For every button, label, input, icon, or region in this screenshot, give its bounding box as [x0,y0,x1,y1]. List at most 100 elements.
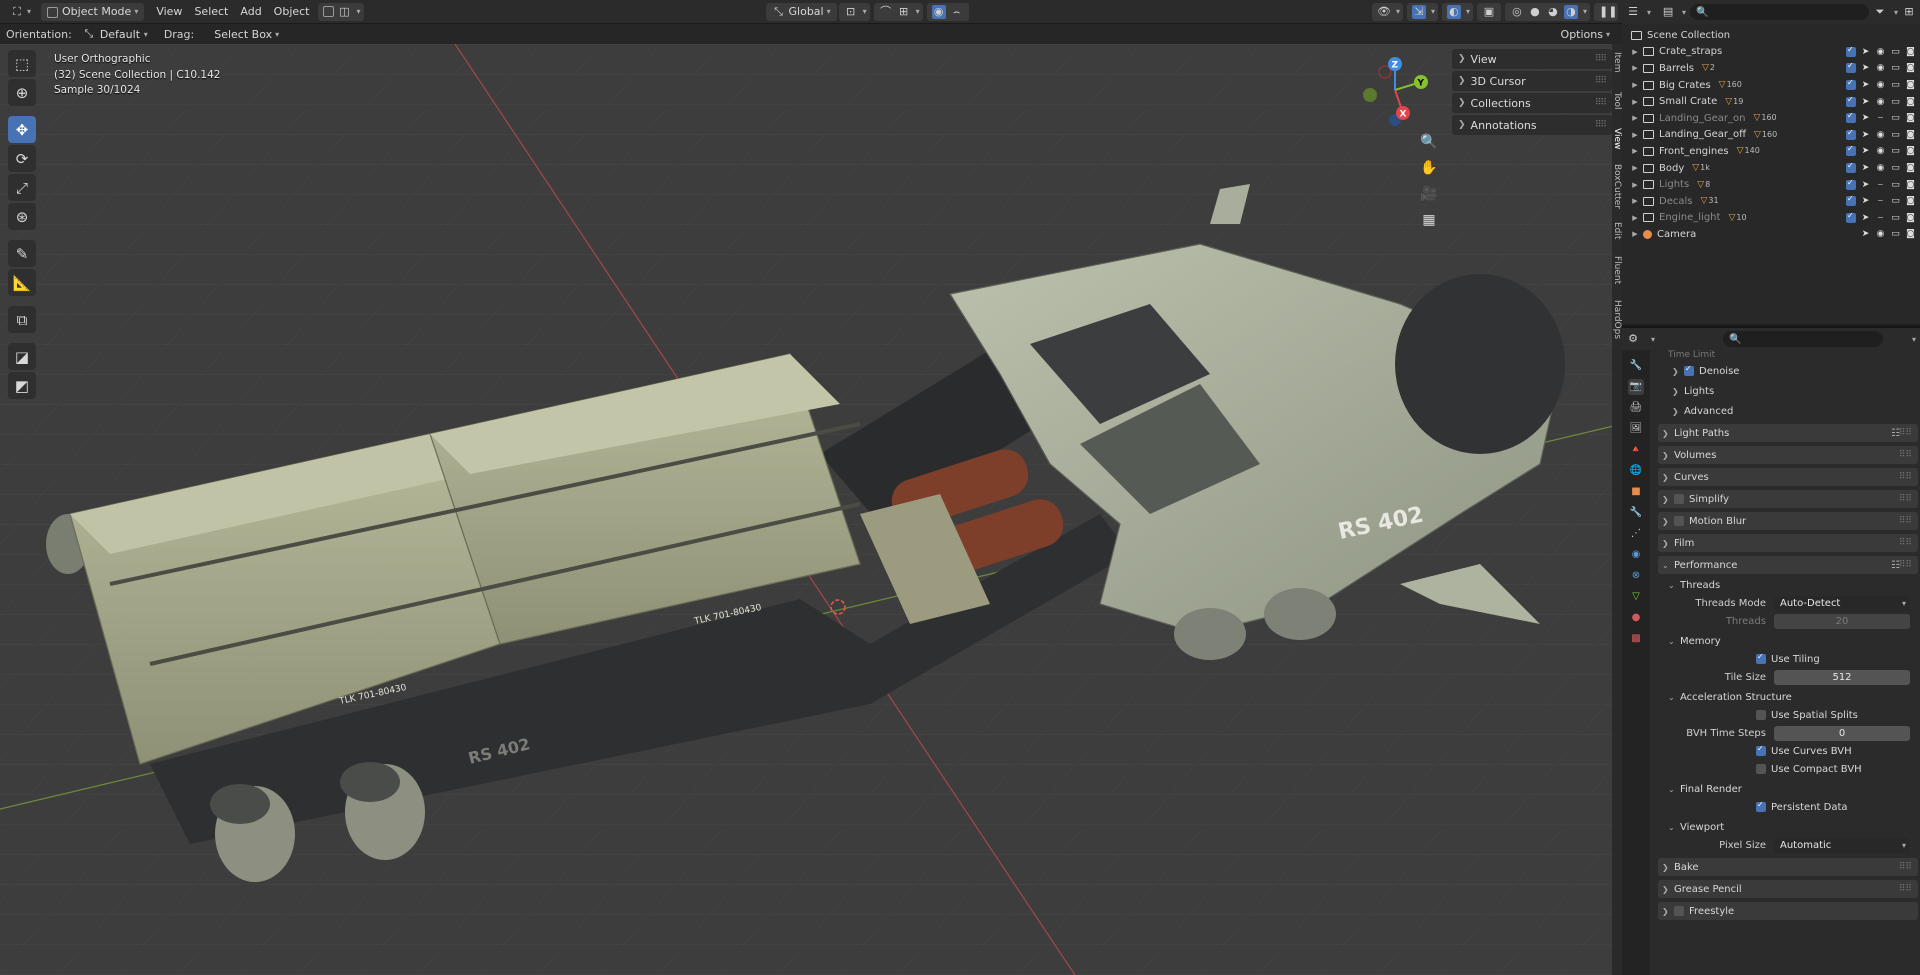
spatial-splits-row[interactable]: Use Spatial Splits [1652,706,1918,724]
npanel-collections[interactable]: ❯ Collections ⠿⠿ [1452,93,1612,113]
tab-boxcutter[interactable]: BoxCutter [1612,164,1622,209]
performance-panel[interactable]: ⌄ Performance ☷ ⠿⠿ [1658,556,1918,574]
object-tab-icon[interactable]: ■ [1628,484,1644,500]
eye-closed-icon[interactable]: ⌣ [1875,213,1886,223]
exclude-checkbox[interactable] [1846,45,1856,57]
editor-type-button[interactable]: ⛶ ▾ [4,3,37,21]
tab-fluent[interactable]: Fluent [1612,256,1622,284]
exclude-checkbox[interactable] [1846,95,1856,107]
eye-icon[interactable]: ◉ [1875,130,1886,140]
monitor-icon[interactable]: ▭ [1890,130,1901,140]
threads-field[interactable]: 20 [1774,613,1910,629]
curves-bvh-checkbox[interactable] [1756,744,1766,756]
monitor-icon[interactable]: ▭ [1890,163,1901,173]
render-camera-icon[interactable]: ◙ [1905,163,1916,173]
final-render-subpanel[interactable]: ⌄ Final Render [1664,780,1918,798]
scale-tool[interactable]: ⤢ [8,174,36,201]
properties-search-field[interactable]: 🔍 [1723,331,1884,347]
options-dropdown[interactable]: Options ▾ [1555,25,1616,43]
tab-view[interactable]: View [1612,128,1622,149]
pixel-size-dropdown[interactable]: Automatic ▾ [1774,837,1910,853]
selectable-arrow-icon[interactable]: ➤ [1860,47,1871,57]
material-tab-icon[interactable]: ● [1628,610,1644,626]
selectable-arrow-icon[interactable]: ➤ [1860,213,1871,223]
render-camera-icon[interactable]: ◙ [1905,180,1916,190]
selectable-arrow-icon[interactable]: ➤ [1860,229,1871,239]
exclude-checkbox[interactable] [1846,194,1856,207]
monitor-icon[interactable]: ▭ [1890,113,1901,123]
monitor-icon[interactable]: ▭ [1890,47,1901,57]
compact-bvh-checkbox[interactable] [1756,764,1766,774]
render-camera-icon[interactable]: ◙ [1905,97,1916,107]
exclude-checkbox[interactable] [1846,128,1856,140]
expand-arrow-icon[interactable]: ▶ [1630,98,1640,106]
light-paths-panel[interactable]: ❯ Light Paths ☷ ⠿⠿ [1658,424,1918,442]
properties-editor-icon[interactable]: ⚙ [1626,332,1640,346]
selectable-arrow-icon[interactable]: ➤ [1860,146,1871,156]
outliner-row[interactable]: ▶ Engine_light ▽10 ➤ ⌣ ▭ ◙ [1622,210,1920,227]
visibility-dropdown[interactable]: 👁 ▾ [1371,2,1403,21]
bake-panel[interactable]: ❯ Bake ⠿⠿ [1658,858,1918,876]
freestyle-panel[interactable]: ❯ Freestyle [1658,902,1918,920]
selectable-arrow-icon[interactable]: ➤ [1860,63,1871,73]
pause-render-button[interactable]: ❚❚ [1594,2,1618,21]
pan-hand-icon[interactable]: ✋ [1418,160,1440,178]
navigation-gizmo[interactable]: Z Y X [1355,50,1435,130]
particles-tab-icon[interactable]: ⋰ [1628,526,1644,542]
expand-arrow-icon[interactable]: ▶ [1630,114,1640,122]
outliner-scene-collection[interactable]: Scene Collection [1622,27,1920,44]
monitor-icon[interactable]: ▭ [1890,80,1901,90]
rendered-shading-icon[interactable]: ◑ [1563,4,1578,19]
gizmo-toggle[interactable]: ⇲ ▾ [1406,2,1438,21]
monitor-icon[interactable]: ▭ [1890,146,1901,156]
select-box-tool[interactable]: ⬚ [8,50,36,77]
outliner-row[interactable]: ▶ Barrels ▽2 ➤ ◉ ▭ ◙ [1622,60,1920,77]
spatial-splits-checkbox[interactable] [1756,710,1766,720]
hardops-tool[interactable]: ◩ [8,372,36,399]
display-mode-icon[interactable]: ▤ [1661,5,1675,19]
curves-bvh-row[interactable]: Use Curves BVH [1652,742,1918,760]
threads-mode-dropdown[interactable]: Auto-Detect ▾ [1774,595,1910,611]
render-camera-icon[interactable]: ◙ [1905,47,1916,57]
eye-icon[interactable]: ◉ [1875,47,1886,57]
denoise-checkbox[interactable] [1684,364,1694,376]
motion-blur-panel[interactable]: ❯ Motion Blur ⠿⠿ [1658,512,1918,530]
transform-tool[interactable]: ⊛ [8,203,36,230]
eye-closed-icon[interactable]: ⌣ [1875,113,1886,123]
mode-dropdown[interactable]: Object Mode ▾ [41,2,145,21]
eye-icon[interactable]: ◉ [1875,229,1886,239]
3d-viewport[interactable]: TLK 701-80430 TLK 701-80430 RS 402 RS 40… [0,44,1622,975]
simplify-panel[interactable]: ❯ Simplify ⠿⠿ [1658,490,1918,508]
ortho-grid-icon[interactable]: ▦ [1418,212,1440,230]
selectable-arrow-icon[interactable]: ➤ [1860,80,1871,90]
add-cube-tool[interactable]: ⧉ [8,306,36,333]
physics-tab-icon[interactable]: ◉ [1628,547,1644,563]
new-collection-icon[interactable]: ⊞ [1902,5,1916,19]
drag-dropdown[interactable]: Select Box ▾ [208,25,285,43]
compact-bvh-row[interactable]: Use Compact BVH [1652,760,1918,778]
proportional-edit-icon[interactable]: ◉ [931,4,946,19]
outliner-search-field[interactable]: 🔍 [1690,4,1869,20]
viewport-subpanel[interactable]: ⌄ Viewport [1664,818,1918,836]
npanel-3d-cursor[interactable]: ❯ 3D Cursor ⠿⠿ [1452,71,1612,91]
rotate-tool[interactable]: ⟳ [8,145,36,172]
tab-hardops[interactable]: HardOps [1612,300,1622,339]
select-new-icon[interactable] [322,6,334,17]
persistent-data-checkbox[interactable] [1756,800,1766,812]
expand-arrow-icon[interactable]: ▶ [1630,164,1640,172]
selectable-arrow-icon[interactable]: ➤ [1860,130,1871,140]
solid-shading-icon[interactable]: ● [1528,5,1542,19]
outliner-row[interactable]: ▶ Small Crate ▽19 ➤ ◉ ▭ ◙ [1622,93,1920,110]
exclude-checkbox[interactable] [1846,161,1856,174]
bvh-time-steps-field[interactable]: 0 [1774,725,1910,741]
outliner-row[interactable]: ▶ Landing_Gear_off ▽160 ➤ ◉ ▭ ◙ [1622,127,1920,144]
render-camera-icon[interactable]: ◙ [1905,213,1916,223]
modifier-tab-icon[interactable]: 🔧 [1628,505,1644,521]
threads-subpanel[interactable]: ⌄ Threads [1664,576,1918,594]
denoise-subpanel[interactable]: ❯Denoise [1668,362,1918,380]
annotate-tool[interactable]: ✎ [8,240,36,267]
render-camera-icon[interactable]: ◙ [1905,146,1916,156]
pivot-point-dropdown[interactable]: ⊡ ▾ [838,2,870,21]
tool-tab-icon[interactable]: 🔧 [1628,358,1644,374]
outliner-editor-icon[interactable]: ☰ [1626,5,1640,19]
